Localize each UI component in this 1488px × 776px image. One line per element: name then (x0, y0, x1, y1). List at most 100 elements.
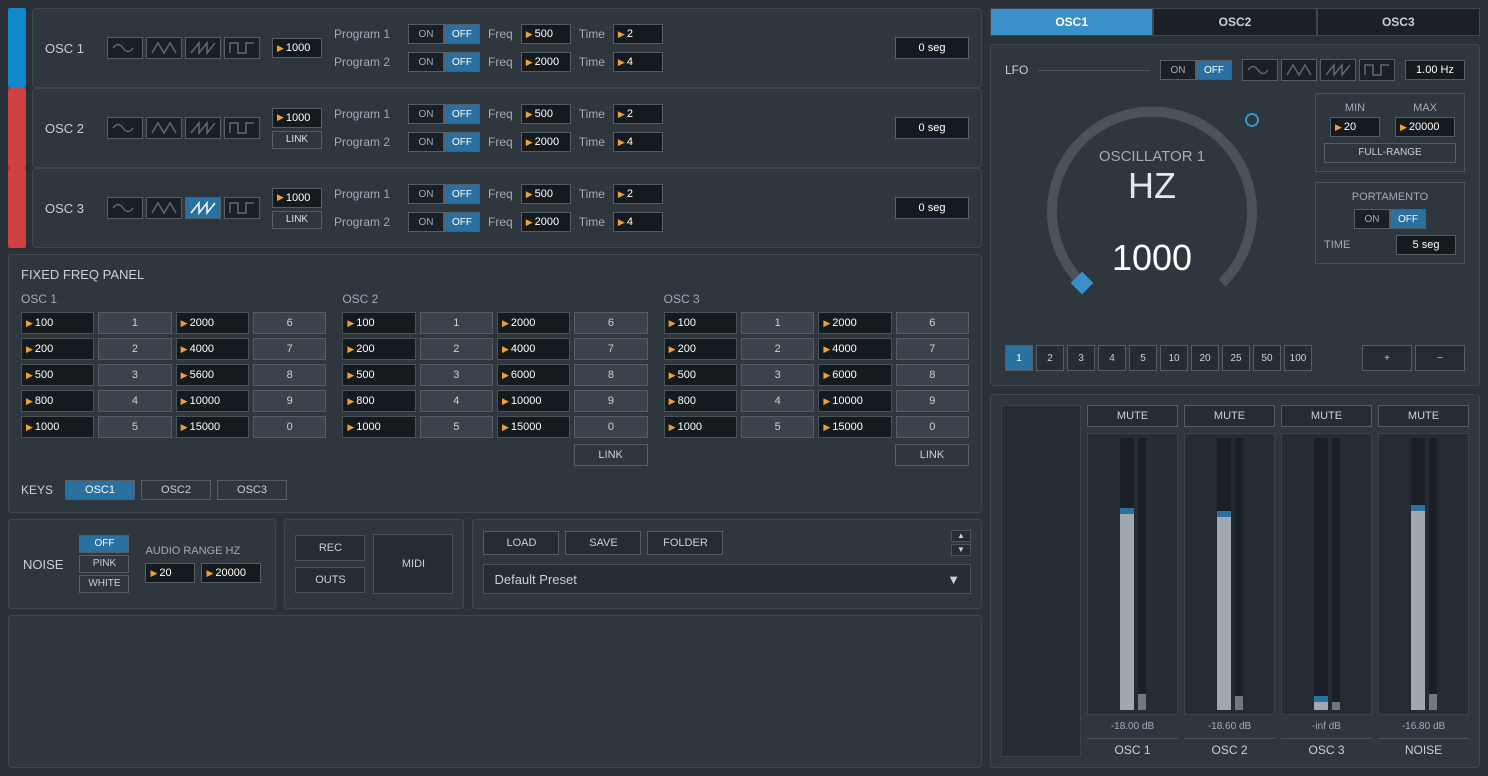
fixed-key-button[interactable]: 9 (253, 390, 326, 412)
fixed-link-button[interactable]: LINK (574, 444, 648, 466)
fixed-freq-input[interactable]: ▶500 (664, 364, 737, 386)
program-time-input[interactable]: ▶4 (613, 212, 663, 232)
lfo-wave-saw-button[interactable] (1320, 59, 1356, 81)
fixed-freq-input[interactable]: ▶100 (664, 312, 737, 334)
fixed-freq-input[interactable]: ▶10000 (176, 390, 249, 412)
program-freq-input[interactable]: ▶2000 (521, 132, 571, 152)
fixed-key-button[interactable]: 7 (574, 338, 647, 360)
program-off-button[interactable]: OFF (444, 52, 480, 72)
program-freq-input[interactable]: ▶2000 (521, 212, 571, 232)
fixed-key-button[interactable]: 2 (420, 338, 493, 360)
lfo-on-button[interactable]: ON (1160, 60, 1196, 80)
lfo-rate-input[interactable]: 1.00 Hz (1405, 60, 1465, 80)
fixed-freq-input[interactable]: ▶100 (342, 312, 415, 334)
fixed-key-button[interactable]: 2 (98, 338, 171, 360)
lfo-wave-square-button[interactable] (1359, 59, 1395, 81)
wave-square-button[interactable] (224, 197, 260, 219)
wave-sine-button[interactable] (107, 117, 143, 139)
save-button[interactable]: SAVE (565, 531, 641, 555)
fixed-key-button[interactable]: 5 (741, 416, 814, 438)
folder-button[interactable]: FOLDER (647, 531, 723, 555)
fixed-freq-input[interactable]: ▶15000 (497, 416, 570, 438)
fixed-freq-input[interactable]: ▶500 (21, 364, 94, 386)
noise-pink-button[interactable]: PINK (79, 555, 129, 573)
step-50-button[interactable]: 50 (1253, 345, 1281, 371)
step-4-button[interactable]: 4 (1098, 345, 1126, 371)
fixed-freq-input[interactable]: ▶2000 (176, 312, 249, 334)
fixed-freq-input[interactable]: ▶200 (21, 338, 94, 360)
fixed-freq-input[interactable]: ▶10000 (497, 390, 570, 412)
step-5-button[interactable]: 5 (1129, 345, 1157, 371)
wave-sine-button[interactable] (107, 37, 143, 59)
wave-saw-button[interactable] (185, 197, 221, 219)
lfo-wave-sine-button[interactable] (1242, 59, 1278, 81)
portamento-on-button[interactable]: ON (1354, 209, 1390, 229)
program-on-button[interactable]: ON (408, 132, 444, 152)
midi-button[interactable]: MIDI (373, 534, 453, 594)
fixed-freq-input[interactable]: ▶800 (21, 390, 94, 412)
fixed-key-button[interactable]: 4 (741, 390, 814, 412)
tab-osc3[interactable]: OSC3 (1317, 8, 1480, 36)
fixed-key-button[interactable]: 7 (253, 338, 326, 360)
osc-freq-input[interactable]: ▶1000 (272, 38, 322, 58)
fixed-key-button[interactable]: 3 (98, 364, 171, 386)
preset-up-button[interactable]: ▲ (951, 530, 971, 542)
fader[interactable] (1411, 438, 1425, 710)
program-freq-input[interactable]: ▶500 (521, 24, 571, 44)
fixed-freq-input[interactable]: ▶100 (21, 312, 94, 334)
wave-saw-button[interactable] (185, 117, 221, 139)
step-3-button[interactable]: 3 (1067, 345, 1095, 371)
wave-sine-button[interactable] (107, 197, 143, 219)
wave-square-button[interactable] (224, 37, 260, 59)
fixed-freq-input[interactable]: ▶200 (342, 338, 415, 360)
wave-tri-button[interactable] (146, 37, 182, 59)
fixed-key-button[interactable]: 8 (896, 364, 969, 386)
program-freq-input[interactable]: ▶500 (521, 184, 571, 204)
fixed-key-button[interactable]: 8 (574, 364, 647, 386)
key-tab-osc2[interactable]: OSC2 (141, 480, 211, 500)
step-plus-button[interactable]: + (1362, 345, 1412, 371)
preset-dropdown[interactable]: Default Preset▼ (483, 564, 971, 594)
fader[interactable] (1120, 438, 1134, 710)
step-minus-button[interactable]: − (1415, 345, 1465, 371)
osc-freq-input[interactable]: ▶1000 (272, 188, 322, 208)
step-10-button[interactable]: 10 (1160, 345, 1188, 371)
osc-freq-input[interactable]: ▶1000 (272, 108, 322, 128)
fixed-freq-input[interactable]: ▶5600 (176, 364, 249, 386)
lfo-wave-tri-button[interactable] (1281, 59, 1317, 81)
min-input[interactable]: ▶20 (1330, 117, 1380, 137)
fixed-key-button[interactable]: 6 (253, 312, 326, 334)
program-on-button[interactable]: ON (408, 52, 444, 72)
noise-min-input[interactable]: ▶20 (145, 563, 195, 583)
program-time-input[interactable]: ▶2 (613, 184, 663, 204)
fixed-key-button[interactable]: 9 (896, 390, 969, 412)
fixed-freq-input[interactable]: ▶4000 (497, 338, 570, 360)
noise-off-button[interactable]: OFF (79, 535, 129, 553)
tab-osc1[interactable]: OSC1 (990, 8, 1153, 36)
program-time-input[interactable]: ▶4 (613, 52, 663, 72)
fixed-freq-input[interactable]: ▶4000 (176, 338, 249, 360)
outs-button[interactable]: OUTS (295, 567, 365, 593)
fixed-key-button[interactable]: 4 (98, 390, 171, 412)
noise-max-input[interactable]: ▶20000 (201, 563, 261, 583)
fixed-freq-input[interactable]: ▶4000 (818, 338, 891, 360)
fixed-key-button[interactable]: 9 (574, 390, 647, 412)
wave-tri-button[interactable] (146, 117, 182, 139)
program-on-button[interactable]: ON (408, 104, 444, 124)
wave-square-button[interactable] (224, 117, 260, 139)
link-button[interactable]: LINK (272, 131, 322, 149)
program-off-button[interactable]: OFF (444, 184, 480, 204)
fixed-key-button[interactable]: 3 (741, 364, 814, 386)
step-100-button[interactable]: 100 (1284, 345, 1312, 371)
fixed-link-button[interactable]: LINK (895, 444, 969, 466)
max-input[interactable]: ▶20000 (1395, 117, 1455, 137)
portamento-time-input[interactable]: 5 seg (1396, 235, 1456, 255)
fixed-freq-input[interactable]: ▶10000 (818, 390, 891, 412)
fixed-key-button[interactable]: 0 (253, 416, 326, 438)
wave-tri-button[interactable] (146, 197, 182, 219)
step-2-button[interactable]: 2 (1036, 345, 1064, 371)
fixed-key-button[interactable]: 3 (420, 364, 493, 386)
fixed-key-button[interactable]: 0 (896, 416, 969, 438)
load-button[interactable]: LOAD (483, 531, 559, 555)
program-off-button[interactable]: OFF (444, 132, 480, 152)
